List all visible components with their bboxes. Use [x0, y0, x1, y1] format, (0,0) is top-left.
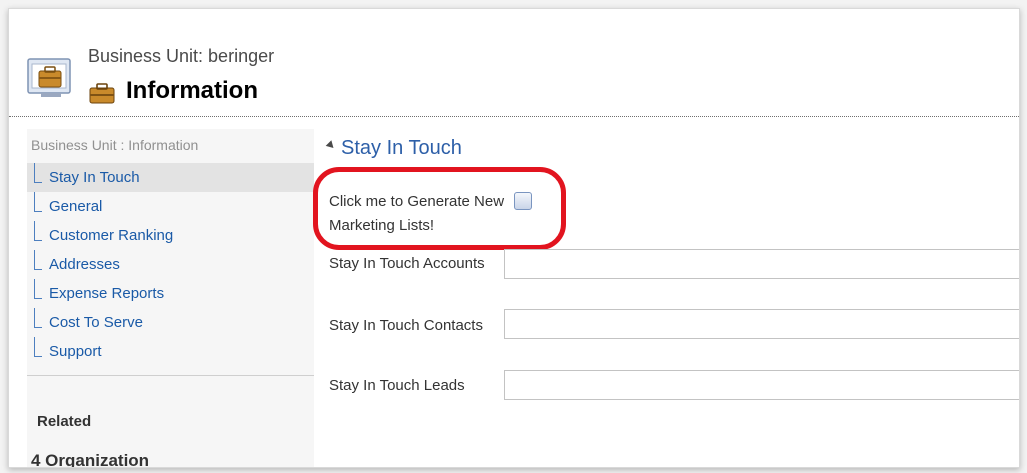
contacts-label: Stay In Touch Contacts: [329, 317, 483, 334]
entity-type-label: Business Unit: beringer: [88, 46, 275, 66]
leads-label: Stay In Touch Leads: [329, 377, 465, 394]
related-heading: Related: [37, 413, 92, 430]
left-navigation: Business Unit : Information Stay In Touc…: [27, 129, 314, 467]
nav-item-label: Support: [49, 343, 102, 360]
tree-branch-icon: [34, 308, 42, 328]
nav-divider: [27, 375, 314, 376]
nav-item-general[interactable]: General: [27, 192, 314, 221]
section-title[interactable]: Stay In Touch: [325, 137, 462, 163]
tree-branch-icon: [34, 279, 42, 299]
tree-branch-icon: [34, 337, 42, 357]
generate-lists-label: Click me to Generate New Marketing Lists…: [329, 193, 505, 234]
tree-branch-icon: [34, 221, 42, 241]
nav-caption: Business Unit : Information: [31, 137, 199, 153]
crm-form-window: Business Unit: beringer Information Busi…: [8, 8, 1020, 468]
nav-item-label: Stay In Touch: [49, 169, 140, 186]
nav-item-label: General: [49, 198, 103, 215]
accounts-field[interactable]: [504, 249, 1019, 279]
nav-item-addresses[interactable]: Addresses: [27, 250, 314, 279]
nav-item-cost-to-serve[interactable]: Cost To Serve: [27, 308, 314, 337]
collapse-triangle-icon: [325, 140, 337, 152]
related-group-organization[interactable]: 4 Organization: [31, 451, 149, 467]
contacts-field[interactable]: [504, 309, 1019, 339]
leads-field[interactable]: [504, 370, 1019, 400]
nav-item-label: Addresses: [49, 256, 120, 273]
tree-branch-icon: [34, 250, 42, 270]
section-title-text: Stay In Touch: [341, 137, 462, 159]
tree-branch-icon: [34, 192, 42, 212]
nav-list: Stay In Touch General Customer Ranking A…: [27, 163, 314, 366]
nav-item-label: Customer Ranking: [49, 227, 174, 244]
form-header: Business Unit: beringer Information: [9, 9, 1019, 117]
briefcase-icon: [89, 83, 115, 104]
nav-item-customer-ranking[interactable]: Customer Ranking: [27, 221, 314, 250]
nav-item-expense-reports[interactable]: Expense Reports: [27, 279, 314, 308]
nav-item-label: Cost To Serve: [49, 314, 143, 331]
tree-branch-icon: [34, 163, 42, 183]
nav-item-support[interactable]: Support: [27, 337, 314, 366]
business-unit-icon: [27, 58, 71, 97]
generate-lists-checkbox[interactable]: [514, 192, 532, 210]
nav-item-stay-in-touch[interactable]: Stay In Touch: [27, 163, 314, 192]
nav-item-label: Expense Reports: [49, 285, 165, 302]
page-title: Information: [126, 77, 258, 104]
accounts-label: Stay In Touch Accounts: [329, 255, 485, 272]
